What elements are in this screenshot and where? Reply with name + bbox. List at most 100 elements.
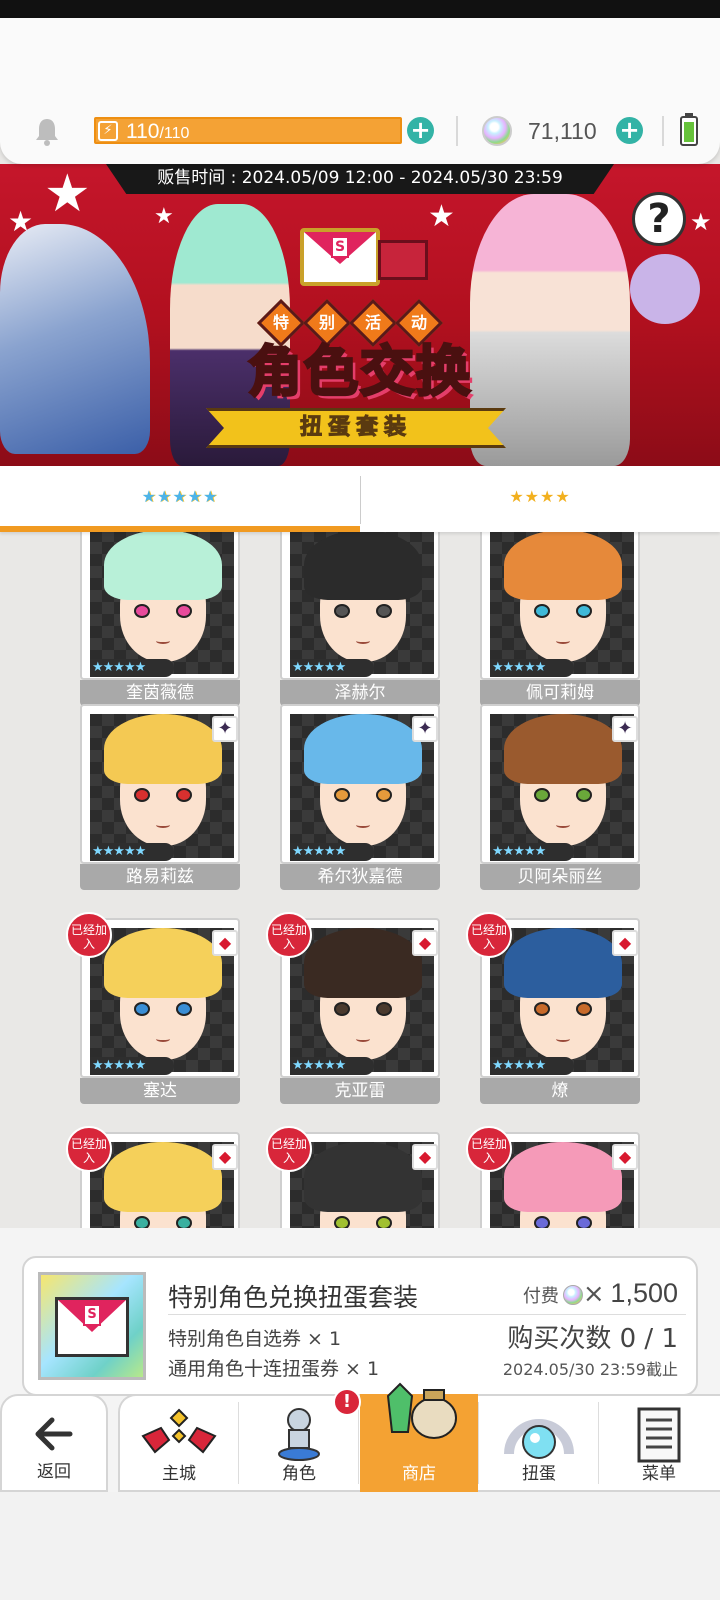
character-name: 贝阿朵丽丝 (480, 864, 640, 890)
envelope-icon: S (55, 1297, 129, 1357)
diamond-type-icon: ◆ (212, 1144, 238, 1170)
already-joined-badge: 已经加入 (66, 1126, 112, 1172)
gacha-icon (504, 1419, 574, 1459)
purple-mascot-artwork (630, 254, 700, 324)
character-card[interactable]: ◆ 已经加入 (66, 1126, 240, 1228)
star-decoration-icon: ★ (690, 208, 712, 236)
header-divider (662, 116, 664, 146)
add-energy-button[interactable]: + (407, 117, 434, 144)
nav-item-shop[interactable]: 商店 (360, 1382, 478, 1492)
rarity-stars: ★★★★★ (290, 659, 374, 677)
character-card[interactable]: ◆ 已经加入 (466, 1126, 640, 1228)
rarity-tabs: ★★★★★ ★★★★ (0, 466, 720, 532)
already-joined-badge: 已经加入 (266, 912, 312, 958)
bottom-panel: S 特别角色兑换扭蛋套装 特别角色自选券 × 1 通用角色十连扭蛋券 × 1 付… (0, 1228, 720, 1600)
pack-item-1: 特别角色自选券 × 1 (168, 1328, 342, 1350)
rarity-stars: ★★★★★ (490, 1057, 574, 1075)
character-name: 泽赫尔 (280, 680, 440, 706)
rarity-stars: ★★★★★ (290, 843, 374, 861)
character-grid[interactable]: ★★★★★ 奎茵薇德 ★★★★★ 泽赫尔 ★★★★★ 佩可莉姆 ★★★★★ ✦ 路易莉兹 ★★★★… (0, 532, 720, 1228)
energy-value: 110/110 (126, 120, 190, 143)
character-name: 燎 (480, 1078, 640, 1104)
gem-icon (562, 1285, 583, 1305)
character-name: 佩可莉姆 (480, 680, 640, 706)
character-frame: ★★★★★ ✦ (480, 704, 640, 864)
nav-label-gacha: 扭蛋 (522, 1464, 556, 1484)
event-subtitle: 特别活动 (256, 298, 458, 348)
character-frame: ★★★★★ (280, 532, 440, 680)
tab-4-star[interactable]: ★★★★ (360, 466, 720, 532)
diamond-type-icon: ◆ (612, 1144, 638, 1170)
nav-label-menu: 菜单 (642, 1464, 676, 1484)
diamond-type-icon: ◆ (412, 930, 438, 956)
character-portrait (490, 532, 634, 674)
price-amount: 1,500 (610, 1278, 678, 1308)
character-card[interactable]: ★★★★★ ✦ 希尔狄嘉德 (280, 704, 440, 890)
price-times: × (582, 1279, 605, 1309)
character-card[interactable]: ★★★★★ ◆ 克亚雷 已经加入 (266, 912, 440, 1104)
pack-price: 付费 × 1,500 (523, 1276, 678, 1310)
diamond-type-icon: ◆ (412, 1144, 438, 1170)
gem-count: 71,110 (528, 118, 597, 144)
rarity-stars: ★★★★★ (90, 659, 174, 677)
pack-info-card[interactable]: S 特别角色兑换扭蛋套装 特别角色自选券 × 1 通用角色十连扭蛋券 × 1 付… (22, 1256, 698, 1396)
tab-active-indicator (0, 526, 360, 532)
event-ribbon: 扭蛋套装 (206, 408, 506, 448)
character-card[interactable]: ★★★★★ ◆ 塞达 已经加入 (66, 912, 240, 1104)
diamond-type-icon: ◆ (212, 930, 238, 956)
deadline: 2024.05/30 23:59截止 (502, 1360, 678, 1379)
header-divider (456, 116, 458, 146)
rarity-stars: ★★★★★ (490, 843, 574, 861)
character-name: 希尔狄嘉德 (280, 864, 440, 890)
add-gems-button[interactable]: + (616, 117, 643, 144)
pink-hair-character-artwork (470, 194, 630, 466)
nav-separator (478, 1402, 479, 1484)
nav-label-shop: 商店 (402, 1464, 436, 1484)
character-name: 克亚雷 (280, 1078, 440, 1104)
nav-item-menu[interactable]: 菜单 (600, 1394, 718, 1492)
battery-icon (680, 113, 698, 146)
character-card[interactable]: ★★★★★ ◆ 燎 已经加入 (466, 912, 640, 1104)
already-joined-badge: 已经加入 (266, 1126, 312, 1172)
character-frame: ★★★★★ ✦ (280, 704, 440, 864)
star-decoration-icon: ★ (154, 204, 174, 229)
nav-separator (238, 1402, 239, 1484)
shadow-type-icon: ✦ (412, 716, 438, 742)
pack-title: 特别角色兑换扭蛋套装 (168, 1283, 419, 1312)
nav-separator (598, 1402, 599, 1484)
bottom-strip (0, 1492, 720, 1600)
menu-icon (637, 1407, 681, 1463)
nav-item-town[interactable]: 主城 (120, 1394, 238, 1492)
character-frame: ★★★★★ (480, 532, 640, 680)
star-decoration-icon: ★ (428, 199, 455, 234)
rarity-stars: ★★★★★ (290, 1057, 374, 1075)
energy-bar: ⚡ 110/110 (94, 117, 402, 144)
rarity-stars: ★★★★★ (90, 1057, 174, 1075)
already-joined-badge: 已经加入 (466, 1126, 512, 1172)
shadow-type-icon: ✦ (212, 716, 238, 742)
pack-item-2: 通用角色十连扭蛋券 × 1 (168, 1358, 380, 1380)
event-title: 角色交换 (247, 339, 472, 405)
character-card[interactable]: ★★★★★ 奎茵薇德 (80, 532, 240, 706)
arrow-left-icon (35, 1417, 73, 1451)
diamond-type-icon: ◆ (612, 930, 638, 956)
lightning-icon: ⚡ (98, 121, 118, 141)
notification-badge: ! (333, 1388, 361, 1416)
back-button[interactable]: 返回 (0, 1394, 108, 1492)
character-frame: ★★★★★ (80, 532, 240, 680)
nav-item-gacha[interactable]: 扭蛋 (480, 1394, 598, 1492)
ticket-icon (378, 240, 428, 280)
character-name: 奎茵薇德 (80, 680, 240, 706)
character-card[interactable]: ★★★★★ 佩可莉姆 (480, 532, 640, 706)
nav-label-town: 主城 (162, 1464, 196, 1484)
character-card[interactable]: ★★★★★ ✦ 贝阿朵丽丝 (480, 704, 640, 890)
tab-5-star[interactable]: ★★★★★ (0, 466, 360, 532)
bell-icon[interactable] (30, 114, 64, 148)
character-card[interactable]: ◆ 已经加入 (266, 1126, 440, 1228)
help-button[interactable]: ? (632, 192, 686, 246)
pack-divider (168, 1314, 686, 1315)
event-banner[interactable]: 贩售时间 : 2024.05/09 12:00 - 2024.05/30 23:… (0, 164, 720, 466)
character-card[interactable]: ★★★★★ 泽赫尔 (280, 532, 440, 706)
character-portrait (90, 532, 234, 674)
character-card[interactable]: ★★★★★ ✦ 路易莉兹 (80, 704, 240, 890)
